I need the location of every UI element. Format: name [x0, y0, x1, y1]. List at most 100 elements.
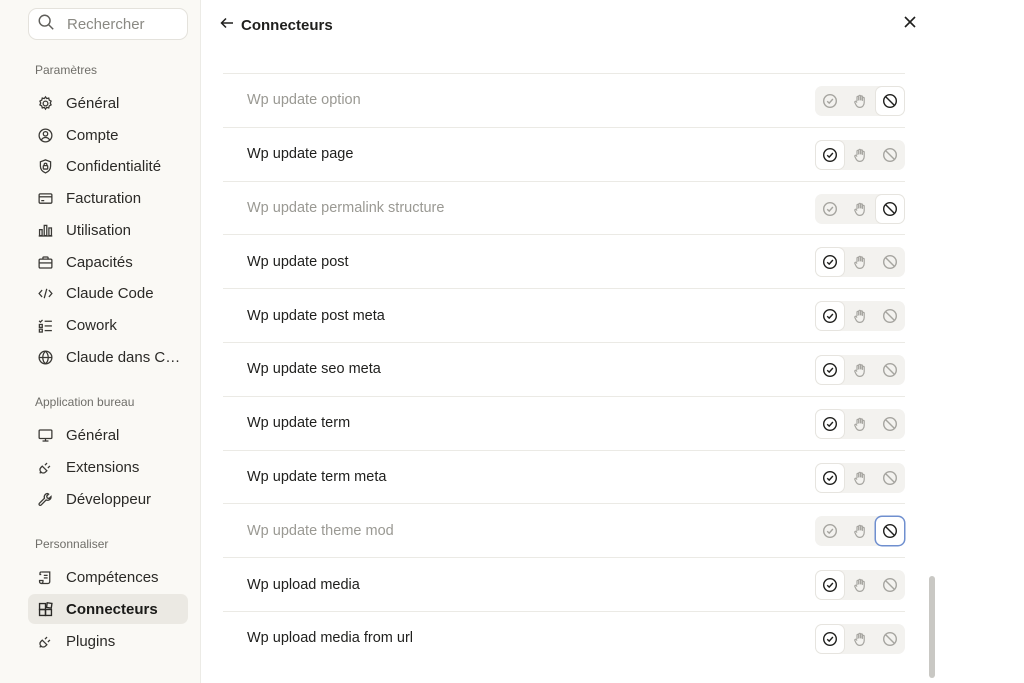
- checklist-icon: [36, 316, 54, 334]
- sidebar-item-label: Compte: [66, 126, 119, 144]
- allow-button[interactable]: [816, 409, 844, 438]
- sidebar-item-connecteurs[interactable]: Connecteurs: [28, 594, 188, 624]
- tool-row: Wp upload media: [223, 557, 905, 611]
- block-icon: [882, 93, 898, 109]
- search-icon: [37, 13, 55, 36]
- tool-row: Wp update page: [223, 126, 905, 181]
- sidebar-item-general-desktop[interactable]: Général: [28, 420, 188, 450]
- section-label-parametres: Paramètres: [35, 63, 98, 77]
- tool-row: Wp update seo meta: [223, 341, 905, 396]
- ask-button[interactable]: [846, 571, 874, 599]
- allow-button[interactable]: [816, 571, 844, 600]
- block-icon: [882, 470, 898, 486]
- allow-button[interactable]: [816, 624, 844, 653]
- allow-button[interactable]: [816, 248, 844, 277]
- permission-toggle-group: [815, 408, 905, 439]
- plug-icon: [36, 458, 54, 476]
- globe-icon: [36, 348, 54, 366]
- sidebar-item-compte[interactable]: Compte: [28, 120, 188, 150]
- permission-toggle-group: [815, 570, 905, 601]
- ask-button[interactable]: [846, 195, 874, 223]
- back-button[interactable]: Connecteurs: [219, 14, 333, 36]
- block-button[interactable]: [876, 194, 904, 223]
- sidebar-item-label: Connecteurs: [66, 600, 158, 618]
- ask-button[interactable]: [846, 248, 874, 276]
- sidebar-item-label: Capacités: [66, 253, 133, 271]
- sidebar-item-developpeur[interactable]: Développeur: [28, 484, 188, 514]
- sidebar-item-facturation[interactable]: Facturation: [28, 183, 188, 213]
- hand-icon: [852, 631, 868, 647]
- check-circle-icon: [822, 523, 838, 539]
- permission-toggle-group: [815, 301, 905, 332]
- section-label-application-bureau: Application bureau: [35, 395, 135, 409]
- sidebar-item-label: Utilisation: [66, 221, 132, 239]
- block-button[interactable]: [876, 141, 904, 169]
- ask-button[interactable]: [846, 356, 874, 384]
- monitor-icon: [36, 426, 54, 444]
- sidebar-item-utilisation[interactable]: Utilisation: [28, 215, 188, 245]
- check-circle-icon: [822, 254, 838, 270]
- allow-button[interactable]: [816, 517, 844, 545]
- hand-icon: [852, 254, 868, 270]
- hand-icon: [852, 523, 868, 539]
- sidebar-item-plugins[interactable]: Plugins: [28, 626, 188, 656]
- ask-button[interactable]: [846, 141, 874, 169]
- block-button[interactable]: [876, 410, 904, 438]
- check-circle-icon: [822, 416, 838, 432]
- search-box[interactable]: [28, 8, 188, 40]
- permission-toggle-group: [815, 623, 905, 654]
- permission-toggle-group: [815, 193, 905, 224]
- page-title: Connecteurs: [241, 16, 333, 34]
- scrollbar-thumb[interactable]: [929, 576, 935, 678]
- section-label-personnaliser: Personnaliser: [35, 537, 109, 551]
- ask-button[interactable]: [846, 625, 874, 653]
- tool-name: Wp update option: [247, 92, 361, 109]
- ask-button[interactable]: [846, 464, 874, 492]
- allow-button[interactable]: [816, 463, 844, 492]
- sidebar-item-confidentialite[interactable]: Confidentialité: [28, 151, 188, 181]
- briefcase-icon: [36, 253, 54, 271]
- sidebar-item-claude-dans-chrome[interactable]: Claude dans Chrome: [28, 342, 188, 372]
- block-button[interactable]: [876, 87, 904, 115]
- tool-name: Wp upload media: [247, 576, 360, 593]
- sidebar-item-cowork[interactable]: Cowork: [28, 310, 188, 340]
- sidebar-item-competences[interactable]: Compétences: [28, 562, 188, 592]
- allow-button[interactable]: [816, 355, 844, 384]
- block-button[interactable]: [876, 571, 904, 599]
- block-button[interactable]: [876, 625, 904, 653]
- tool-name: Wp update theme mod: [247, 522, 394, 539]
- sidebar-item-label: Général: [66, 94, 120, 112]
- ask-button[interactable]: [846, 87, 874, 115]
- ask-button[interactable]: [846, 410, 874, 438]
- scroll-fade: [223, 44, 905, 73]
- allow-button[interactable]: [816, 195, 844, 223]
- sidebar-item-extensions[interactable]: Extensions: [28, 452, 188, 482]
- sidebar-item-general[interactable]: Général: [28, 88, 188, 118]
- allow-button[interactable]: [816, 87, 844, 115]
- allow-button[interactable]: [816, 140, 844, 169]
- check-circle-icon: [822, 577, 838, 593]
- search-input[interactable]: [67, 15, 177, 33]
- tool-name: Wp update permalink structure: [247, 199, 445, 216]
- hand-icon: [852, 93, 868, 109]
- block-button[interactable]: [876, 356, 904, 384]
- tool-name: Wp update post: [247, 253, 349, 270]
- block-button[interactable]: [876, 464, 904, 492]
- sidebar-item-claude-code[interactable]: Claude Code: [28, 278, 188, 308]
- check-circle-icon: [822, 631, 838, 647]
- permission-toggle-group: [815, 516, 905, 547]
- block-button[interactable]: [876, 517, 904, 546]
- hand-icon: [852, 577, 868, 593]
- sidebar: Paramètres Général Compte Confidentialit…: [0, 0, 201, 683]
- close-button[interactable]: [900, 14, 920, 34]
- shield-lock-icon: [36, 157, 54, 175]
- sidebar-item-capacites[interactable]: Capacités: [28, 247, 188, 277]
- sidebar-item-label: Claude dans Chrome: [66, 348, 184, 366]
- block-button[interactable]: [876, 302, 904, 330]
- ask-button[interactable]: [846, 302, 874, 330]
- allow-button[interactable]: [816, 302, 844, 331]
- ask-button[interactable]: [846, 517, 874, 545]
- block-button[interactable]: [876, 248, 904, 276]
- tool-row: Wp update post: [223, 234, 905, 288]
- sidebar-item-label: Claude Code: [66, 284, 154, 302]
